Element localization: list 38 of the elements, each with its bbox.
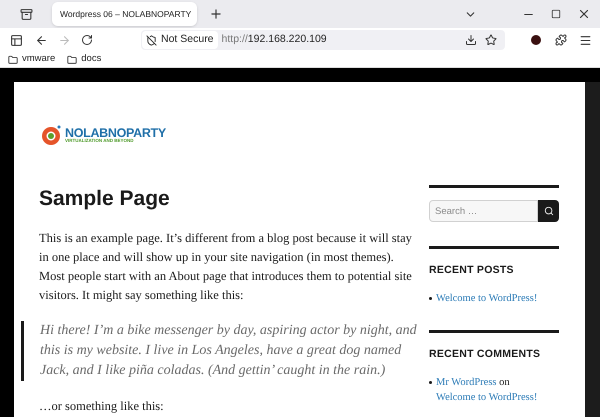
extension-icon[interactable] <box>531 35 541 45</box>
widget-title: RECENT COMMENTS <box>429 346 542 362</box>
connector-text: on <box>499 376 510 388</box>
menu-icon[interactable] <box>579 34 592 46</box>
scrollbar[interactable] <box>585 82 600 417</box>
post-link[interactable]: Mr WordPress <box>436 376 497 388</box>
sidebar-icon[interactable] <box>10 34 23 46</box>
address-bar[interactable]: Not Secure http://192.168.220.109 <box>141 30 505 50</box>
folder-icon <box>67 54 78 64</box>
post-link[interactable]: Welcome to WordPress! <box>436 292 538 304</box>
download-icon[interactable] <box>465 34 477 46</box>
bookmark-folder[interactable]: vmware <box>8 52 56 67</box>
maximize-icon[interactable] <box>551 9 561 19</box>
tab-tray-icon[interactable] <box>20 8 32 20</box>
bookmark-star-icon[interactable] <box>485 34 497 46</box>
bookmark-folder[interactable]: docs <box>67 52 102 67</box>
widget-title: RECENT POSTS <box>429 263 515 278</box>
search-field[interactable]: Search … <box>429 200 538 222</box>
browser-tab[interactable]: Wordpress 06 – NOLABNOPARTY <box>52 2 197 26</box>
new-tab-icon[interactable] <box>209 7 223 21</box>
intro-paragraph: This is an example page. It’s different from a blog post because it will stay in one place and will show up in your site navigation (in most themes). Most people start with an About page that introduces them to potential site visitors. It might say something like this: <box>39 230 413 304</box>
logo-title: NOLABNOPARTY <box>65 126 166 139</box>
close-window-icon[interactable] <box>577 7 591 21</box>
back-icon[interactable] <box>35 34 48 46</box>
extensions-icon[interactable] <box>555 34 567 46</box>
url-text: http://192.168.220.109 <box>222 32 327 48</box>
search-icon <box>544 206 554 216</box>
bullet-icon <box>429 296 432 300</box>
quote: Hi there! I’m a bike messenger by day, aspiring actor by night, and this is my website. I live in Los Angeles, have a great dog named Jack, and I like piña coladas. (And gettin’ caught in the rain.) <box>21 321 421 381</box>
bullet-icon <box>429 380 432 384</box>
security-indicator[interactable]: Not Secure <box>142 31 218 49</box>
folder-icon <box>8 54 18 64</box>
paragraph: …or something like this: <box>39 398 165 415</box>
reload-icon[interactable] <box>81 34 93 46</box>
gear-logo-icon <box>39 123 63 147</box>
post-link[interactable]: Welcome to WordPress! <box>436 392 538 402</box>
search-button[interactable] <box>538 200 559 222</box>
page-title: Sample Page <box>39 188 171 209</box>
